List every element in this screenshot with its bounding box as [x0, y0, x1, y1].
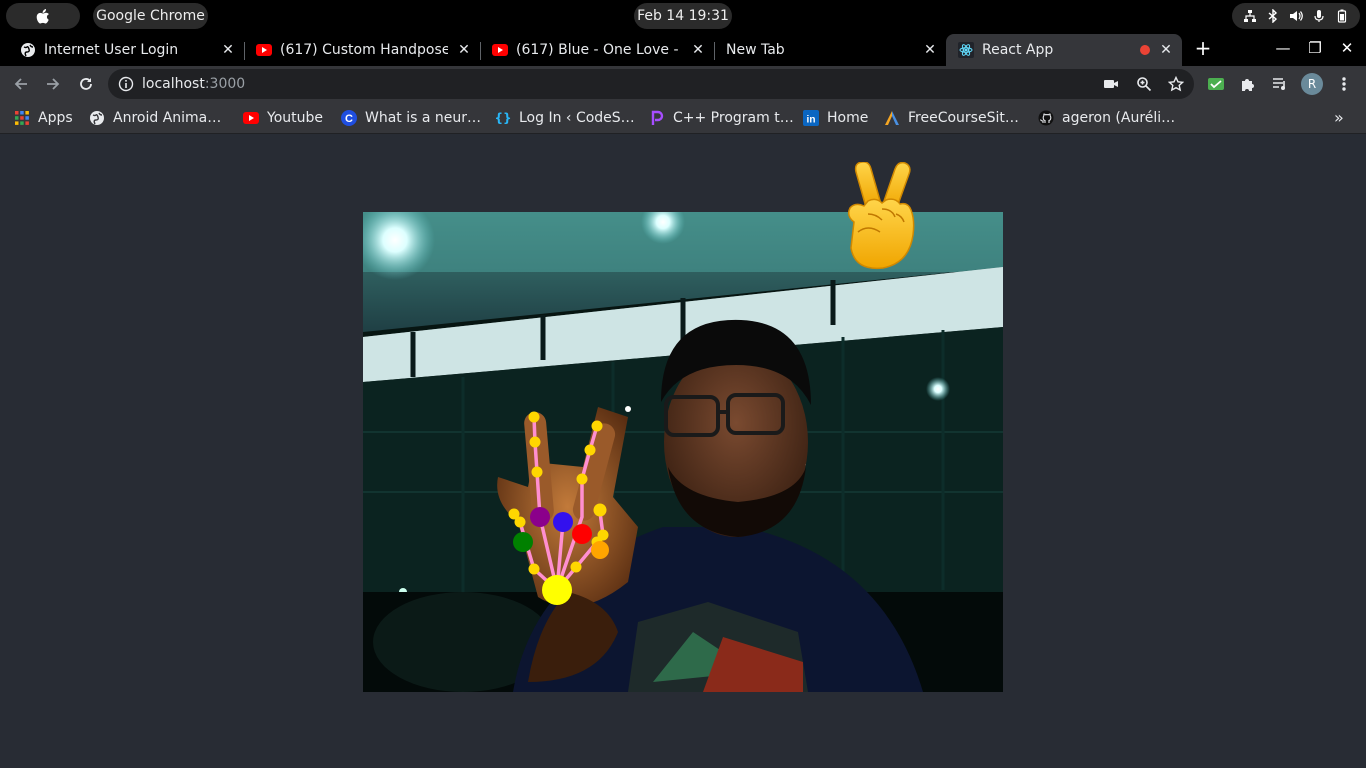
volume-icon [1289, 11, 1303, 21]
react-app-page [0, 135, 1366, 768]
extension-button[interactable] [1202, 70, 1230, 98]
react-icon [958, 42, 974, 58]
tab-blue-one-love[interactable]: (617) Blue - One Love - Yo ✕ [480, 34, 714, 66]
codecademy-icon: C [341, 110, 357, 126]
minimize-button[interactable]: — [1269, 34, 1297, 62]
bookmarks-overflow-button[interactable]: » [1334, 108, 1344, 127]
app-menu[interactable]: Google Chrome [93, 3, 208, 29]
chrome-menu-button[interactable] [1330, 70, 1358, 98]
bookmark-label: FreeCourseSit… [908, 110, 1019, 126]
bookmark-label: C++ Program t… [673, 110, 794, 126]
back-button[interactable] [7, 70, 35, 98]
url-port: :3000 [204, 76, 246, 92]
system-tray[interactable] [1232, 3, 1360, 29]
forward-button[interactable] [39, 70, 67, 98]
landmark-middle-base [553, 512, 573, 532]
new-tab-button[interactable]: + [1189, 34, 1217, 62]
tab-title: (617) Blue - One Love - Yo [516, 42, 682, 58]
bookmark-cpp-program[interactable]: C++ Program t… [649, 107, 794, 129]
puzzle-icon [1242, 79, 1254, 91]
profile-avatar[interactable]: R [1301, 73, 1323, 95]
youtube-icon [243, 110, 259, 126]
linkedin-icon: in [803, 110, 819, 126]
zoom-icon[interactable] [1136, 76, 1152, 92]
browser-toolbar: localhost:3000 R [0, 66, 1366, 102]
landmark-thumb-base [513, 532, 533, 552]
svg-text:C: C [345, 113, 353, 125]
programiz-icon [649, 110, 665, 126]
bookmark-star-icon[interactable] [1168, 76, 1184, 92]
bookmark-label: ageron (Auréli… [1062, 110, 1176, 126]
bookmark-youtube[interactable]: Youtube [243, 107, 323, 129]
camera-in-use-icon[interactable] [1103, 77, 1119, 91]
battery-icon [1338, 9, 1347, 23]
arrow-right-icon [47, 78, 60, 90]
landmark-ring-base [572, 524, 592, 544]
webcam-canvas [363, 212, 1003, 692]
activities-button[interactable] [6, 3, 80, 29]
bookmark-label: Home [827, 110, 869, 126]
reload-button[interactable] [72, 70, 100, 98]
bookmark-anroid-anima[interactable]: Anroid Anima… [89, 107, 221, 129]
tab-title: (617) Custom Handpose ( [280, 42, 448, 58]
youtube-icon [256, 42, 272, 58]
extensions-menu-button[interactable] [1234, 70, 1262, 98]
globe-icon [89, 110, 105, 126]
tab-title: Internet User Login [44, 42, 179, 58]
tab-close-button[interactable]: ✕ [690, 42, 706, 58]
bookmark-what-is-a-neur[interactable]: C What is a neur… [341, 107, 481, 129]
bookmark-label: Log In ‹ CodeS… [519, 110, 635, 126]
tab-title: New Tab [726, 42, 785, 58]
svg-text:in: in [807, 115, 816, 126]
youtube-icon [492, 42, 508, 58]
globe-icon [20, 42, 36, 58]
tab-title: React App [982, 42, 1054, 58]
bluetooth-icon [1268, 9, 1277, 23]
os-top-bar: Google Chrome Feb 14 19:31 [0, 0, 1366, 32]
mail-check-extension-icon [1208, 78, 1224, 90]
reload-icon [80, 78, 92, 90]
bookmark-label: Apps [38, 110, 73, 126]
tab-close-button[interactable]: ✕ [456, 42, 472, 58]
address-bar[interactable]: localhost:3000 [108, 69, 1194, 99]
tab-internet-user-login[interactable]: Internet User Login ✕ [8, 34, 244, 66]
tab-close-button[interactable]: ✕ [922, 42, 938, 58]
bookmark-freecoursesite[interactable]: FreeCourseSit… [884, 107, 1019, 129]
github-icon [1038, 110, 1054, 126]
tab-custom-handpose[interactable]: (617) Custom Handpose ( ✕ [244, 34, 480, 66]
apple-icon [36, 9, 49, 24]
bookmark-home[interactable]: in Home [803, 107, 868, 129]
bookmark-apps[interactable]: Apps [14, 107, 73, 129]
playlist-icon [1273, 78, 1285, 90]
restore-button[interactable]: ❐ [1301, 34, 1329, 62]
clock[interactable]: Feb 14 19:31 [634, 3, 732, 29]
media-control-button[interactable] [1266, 70, 1294, 98]
freecoursesite-icon [884, 110, 900, 126]
tab-react-app[interactable]: React App ✕ [946, 34, 1182, 66]
bookmark-ageron[interactable]: ageron (Auréli… [1038, 107, 1175, 129]
victory-hand-emoji [847, 162, 915, 270]
network-icon [1243, 10, 1256, 22]
recording-indicator-icon [1140, 45, 1150, 55]
bookmarks-bar: Apps Anroid Anima… Youtube C What is a n… [0, 102, 1366, 134]
url-text: localhost:3000 [142, 69, 245, 99]
bookmark-label: What is a neur… [365, 110, 482, 126]
arrow-left-icon [14, 78, 27, 90]
microphone-icon [1314, 10, 1324, 22]
kebab-menu-icon [1342, 77, 1346, 91]
bookmark-label: Youtube [267, 110, 323, 126]
close-window-button[interactable]: ✕ [1333, 34, 1361, 62]
bookmark-label: Anroid Anima… [113, 110, 222, 126]
tab-close-button[interactable]: ✕ [220, 42, 236, 58]
landmark-index-base [530, 507, 550, 527]
bookmark-log-in-codes[interactable]: {} Log In ‹ CodeS… [494, 107, 635, 129]
tab-strip: Internet User Login ✕ (617) Custom Handp… [0, 32, 1366, 66]
tab-close-button[interactable]: ✕ [1158, 42, 1174, 58]
apps-grid-icon [14, 110, 30, 126]
braces-icon: {} [494, 111, 512, 125]
info-icon[interactable] [118, 76, 134, 92]
url-host: localhost [142, 76, 205, 92]
tab-new-tab[interactable]: New Tab ✕ [714, 34, 946, 66]
